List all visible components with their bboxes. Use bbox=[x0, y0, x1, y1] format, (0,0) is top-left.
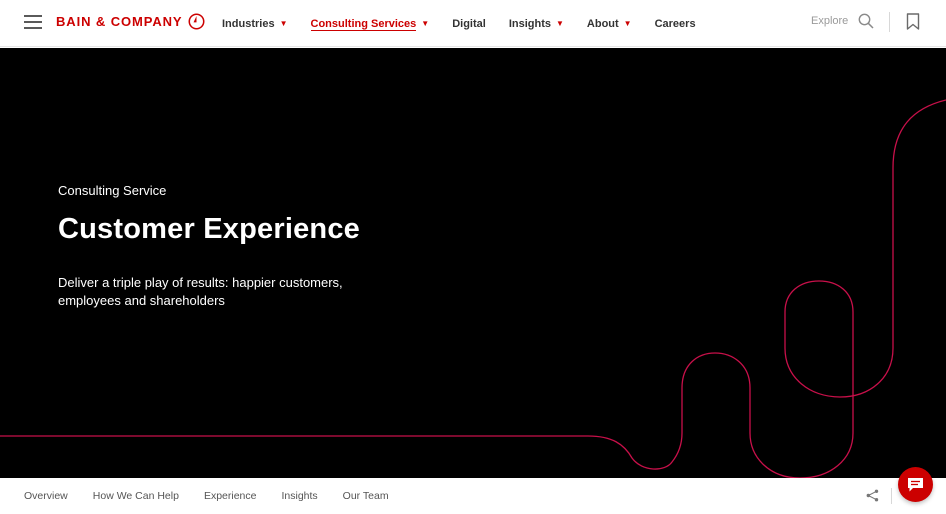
hero-description: Deliver a triple play of results: happie… bbox=[58, 275, 343, 308]
main-nav: Industries ▼ Consulting Services ▼ Digit… bbox=[222, 0, 719, 47]
hero-title: Customer Experience bbox=[58, 213, 360, 245]
bookmark-icon[interactable] bbox=[906, 13, 920, 30]
subnav-items: Overview How We Can Help Experience Insi… bbox=[24, 478, 414, 514]
subnav-item-how-we-can-help[interactable]: How We Can Help bbox=[93, 490, 179, 502]
caret-down-icon: ▼ bbox=[279, 19, 288, 28]
nav-item-careers[interactable]: Careers bbox=[655, 0, 696, 47]
chat-button[interactable] bbox=[898, 467, 933, 502]
nav-item-digital[interactable]: Digital bbox=[452, 0, 486, 47]
nav-item-industries[interactable]: Industries ▼ bbox=[222, 0, 288, 47]
hero-eyebrow: Consulting Service bbox=[58, 183, 167, 198]
hero-decorative-lines bbox=[0, 99, 946, 478]
subnav-divider bbox=[891, 488, 892, 504]
section-subnav: Overview How We Can Help Experience Insi… bbox=[0, 478, 946, 514]
caret-down-icon: ▼ bbox=[421, 19, 430, 28]
caret-down-icon: ▼ bbox=[555, 19, 564, 28]
explore-link[interactable]: Explore bbox=[811, 15, 848, 27]
chat-icon bbox=[908, 477, 923, 491]
menu-icon[interactable] bbox=[24, 15, 42, 29]
subnav-item-experience[interactable]: Experience bbox=[204, 490, 257, 502]
search-icon[interactable] bbox=[858, 13, 874, 29]
caret-down-icon: ▼ bbox=[623, 19, 632, 28]
hero-banner: Consulting Service Customer Experience D… bbox=[0, 48, 946, 478]
logo[interactable]: BAIN & COMPANY bbox=[56, 13, 205, 30]
header-divider bbox=[889, 12, 890, 32]
subnav-item-our-team[interactable]: Our Team bbox=[343, 490, 389, 502]
share-icon[interactable] bbox=[866, 489, 879, 502]
nav-item-insights[interactable]: Insights ▼ bbox=[509, 0, 564, 47]
logo-text: BAIN & COMPANY bbox=[56, 14, 183, 29]
subnav-item-overview[interactable]: Overview bbox=[24, 490, 68, 502]
site-header: BAIN & COMPANY Industries ▼ Consulting S… bbox=[0, 0, 946, 47]
logo-compass-icon bbox=[188, 13, 205, 30]
subnav-item-insights[interactable]: Insights bbox=[281, 490, 317, 502]
nav-item-consulting-services[interactable]: Consulting Services ▼ bbox=[310, 0, 430, 47]
nav-item-about[interactable]: About ▼ bbox=[587, 0, 632, 47]
